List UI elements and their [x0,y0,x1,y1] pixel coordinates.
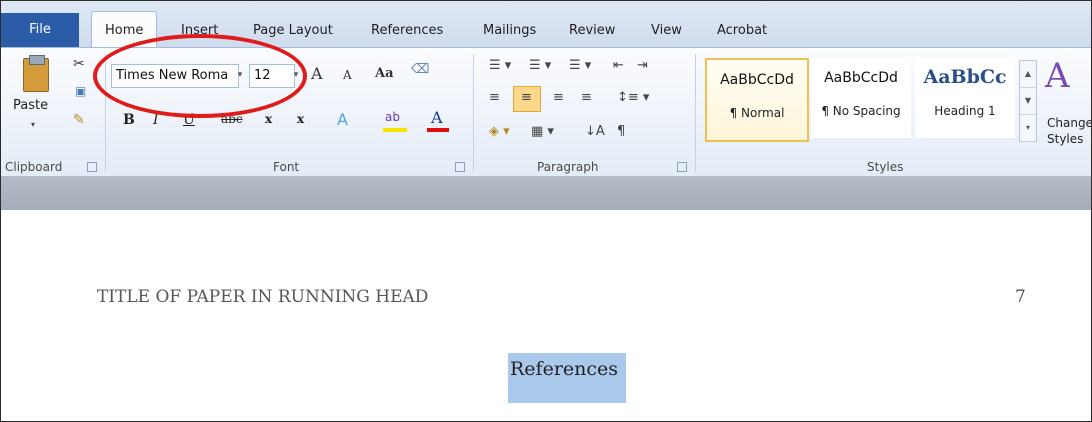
style-name: ¶ No Spacing [821,104,901,118]
shrink-font-icon[interactable]: A [343,68,352,82]
clipboard-icon [23,55,49,92]
tab-references[interactable]: References [371,15,443,47]
style-name: Heading 1 [934,104,996,118]
shading-icon[interactable]: ◈ ▾ [489,124,510,139]
group-label-font: Font [273,160,300,174]
group-divider [473,54,474,172]
style-heading-1[interactable]: AaBbCc Heading 1 [915,58,1015,138]
show-formatting-icon[interactable]: ¶ [617,124,625,139]
tab-mailings[interactable]: Mailings [483,15,536,47]
tab-review[interactable]: Review [569,15,615,47]
font-launcher-icon[interactable] [455,162,465,172]
style-sample: AaBbCcDd [720,72,794,88]
clear-formatting-icon[interactable]: ⌫ [411,62,429,77]
cut-icon[interactable]: ✂ [73,56,85,72]
subscript-button[interactable]: x [265,112,272,126]
paste-button[interactable]: Paste ▾ [9,54,61,150]
change-styles-icon: A [1045,56,1070,96]
copy-icon[interactable]: ▣ [75,84,86,98]
align-right-icon[interactable]: ≡ [553,90,564,105]
ruler-area [1,176,1091,210]
numbering-icon[interactable]: ☰ ▾ [529,58,551,73]
style-no-spacing[interactable]: AaBbCcDd ¶ No Spacing [811,58,911,138]
group-label-styles: Styles [867,160,904,174]
paragraph-launcher-icon[interactable] [677,162,687,172]
paste-label: Paste [13,98,49,113]
font-color-swatch [427,128,449,132]
style-sample: AaBbCcDd [824,70,898,86]
chevron-down-icon: ▾ [31,120,36,129]
align-left-icon[interactable]: ≡ [489,90,500,105]
highlight-color-swatch [383,128,407,132]
increase-indent-icon[interactable]: ⇥ [637,58,648,73]
bold-button[interactable]: B [123,112,135,128]
format-painter-icon[interactable]: ✎ [73,112,85,128]
group-label-paragraph: Paragraph [537,160,599,174]
annotation-ellipse [93,34,307,118]
change-case-button[interactable]: Aa [375,66,394,81]
ribbon-home: Paste ▾ ✂ ▣ ✎ Clipboard Times New Roma ▾… [1,34,1092,177]
line-spacing-icon[interactable]: ↕≡ ▾ [617,90,649,105]
tab-file[interactable]: File [1,13,79,47]
align-center-icon: ≡ [521,90,532,105]
borders-icon[interactable]: ▦ ▾ [531,124,554,139]
chevron-up-icon[interactable]: ▲ [1020,61,1036,88]
style-name: ¶ Normal [729,106,785,120]
grow-font-icon[interactable]: A [311,64,323,83]
running-head[interactable]: TITLE OF PAPER IN RUNNING HEAD [97,287,428,307]
font-color-icon[interactable]: A [431,108,443,127]
tab-acrobat[interactable]: Acrobat [717,15,767,47]
superscript-button[interactable]: x [297,112,304,126]
style-sample: AaBbCc [923,66,1007,88]
change-styles-label: Styles [1047,132,1084,146]
word-window: File Home Insert Page Layout References … [0,0,1092,422]
clipboard-launcher-icon[interactable] [87,162,97,172]
bullets-icon[interactable]: ☰ ▾ [489,58,511,73]
sort-icon[interactable]: ↓A [585,124,605,139]
page-number[interactable]: 7 [1015,287,1026,307]
styles-gallery-scroll[interactable]: ▲ ▼ ▾ [1019,60,1037,142]
text-effects-icon[interactable]: A [337,110,348,129]
references-heading-selected[interactable]: References [508,353,626,403]
tab-view[interactable]: View [651,15,682,47]
style-normal[interactable]: AaBbCcDd ¶ Normal [705,58,809,142]
decrease-indent-icon[interactable]: ⇤ [613,58,624,73]
multilevel-list-icon[interactable]: ☰ ▾ [569,58,591,73]
chevron-down-icon[interactable]: ▼ [1020,88,1036,115]
group-divider [695,54,696,172]
justify-icon[interactable]: ≡ [581,90,592,105]
change-styles-button[interactable]: A Change Styles [1041,54,1092,164]
highlight-color-icon[interactable]: ab [385,110,400,124]
more-styles-icon[interactable]: ▾ [1020,115,1036,142]
group-label-clipboard: Clipboard [5,160,63,174]
change-styles-label: Change [1047,116,1092,130]
align-center-button[interactable]: ≡ [513,86,541,112]
